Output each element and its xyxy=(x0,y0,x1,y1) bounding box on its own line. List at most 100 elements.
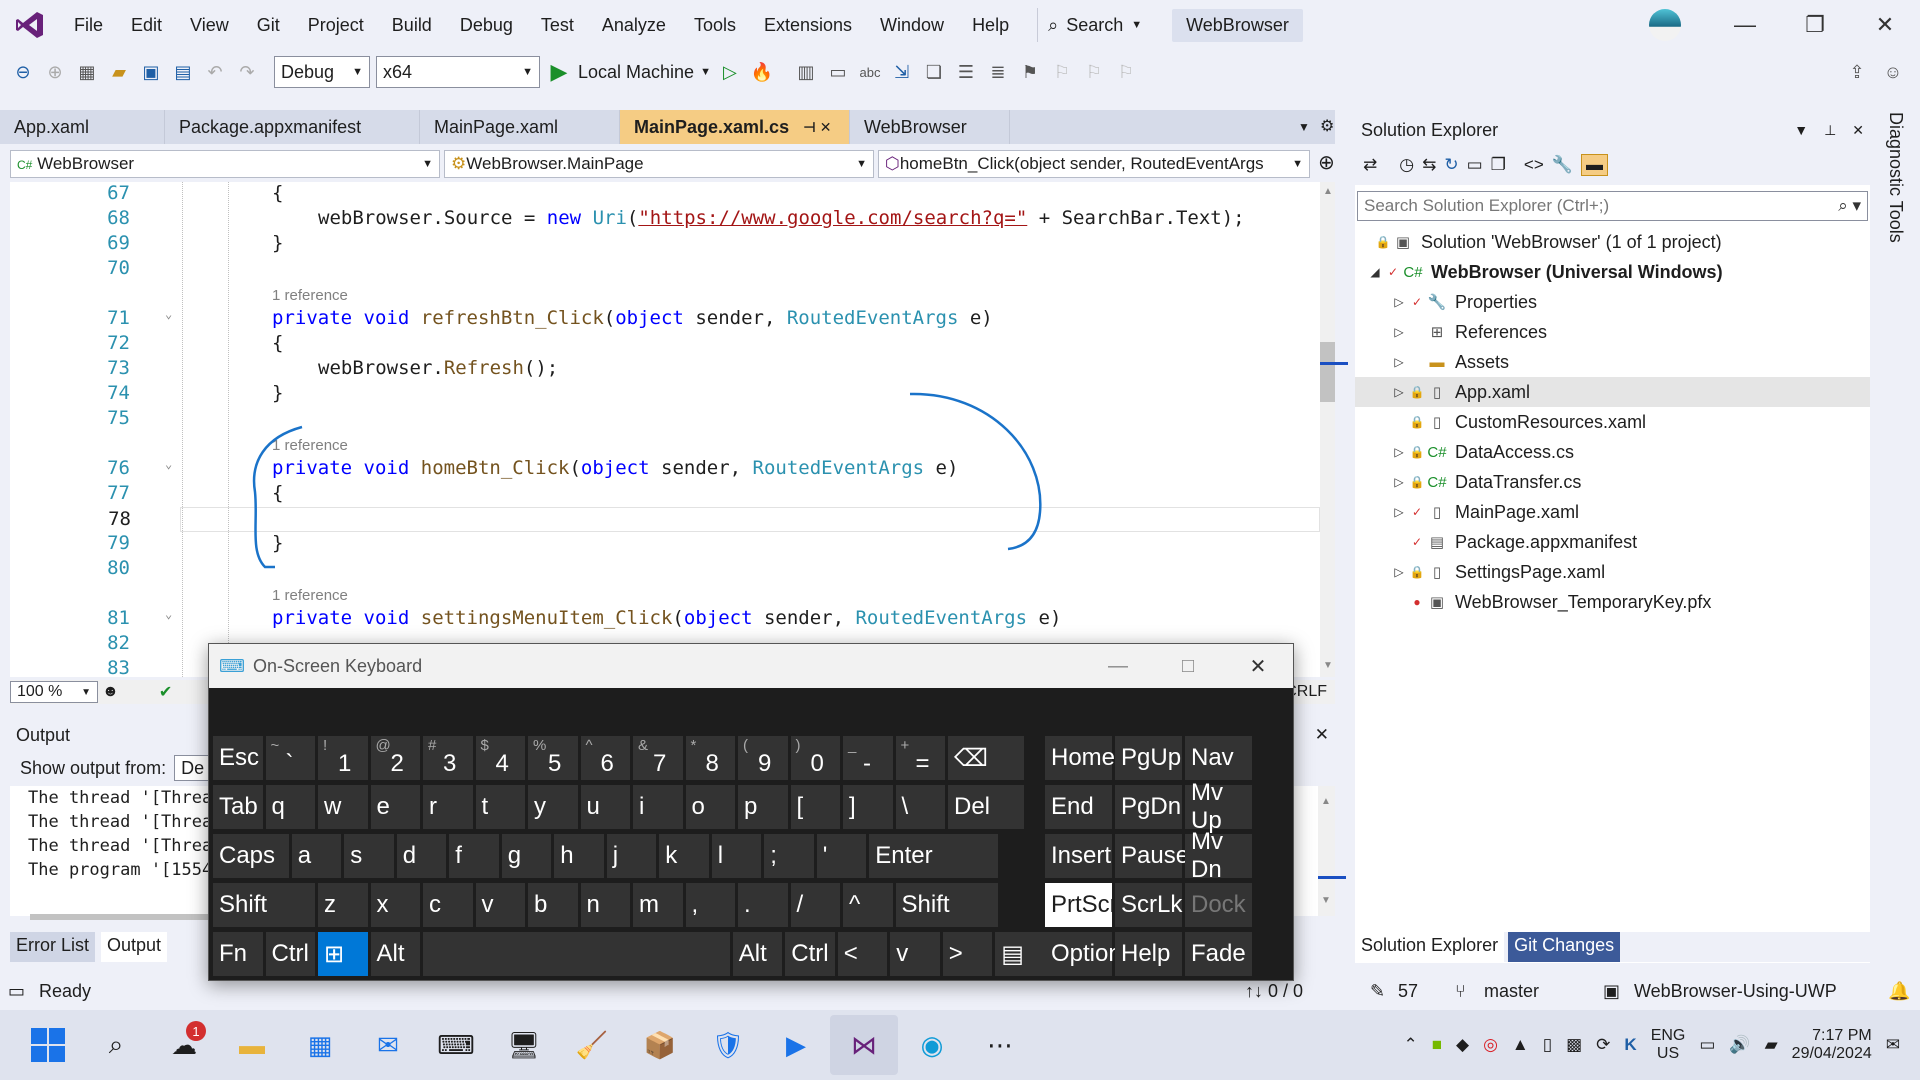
notification-center-icon[interactable]: ✉ xyxy=(1886,1035,1900,1055)
outdent-icon[interactable]: ≣ xyxy=(985,59,1011,85)
tray-app-icon[interactable]: K xyxy=(1624,1035,1636,1055)
key-nav[interactable]: Nav xyxy=(1185,736,1252,780)
redo-icon[interactable]: ↷ xyxy=(234,59,260,85)
key-char[interactable]: c xyxy=(423,883,473,927)
defender-shield-icon[interactable]: 🛡 xyxy=(694,1015,762,1075)
tree-item-package-appxmanifest[interactable]: ✓ ▤ Package.appxmanifest xyxy=(1355,527,1870,557)
prev-bookmark-icon[interactable]: ⚐ xyxy=(1049,59,1075,85)
code-editor[interactable]: 67{ 68 webBrowser.Source = new Uri("https… xyxy=(10,182,1320,677)
key-char[interactable]: x xyxy=(370,883,420,927)
key-char[interactable]: g xyxy=(501,834,552,878)
tree-item-datatransfer-cs[interactable]: ▷ 🔒 C# DataTransfer.cs xyxy=(1355,467,1870,497)
key-pgdn[interactable]: PgDn xyxy=(1115,785,1182,829)
network-icon[interactable]: ▭ xyxy=(1699,1035,1715,1055)
key-char[interactable]: o xyxy=(685,785,735,829)
key-char[interactable]: f xyxy=(449,834,499,878)
volume-icon[interactable]: 🔊 xyxy=(1729,1035,1750,1055)
key-tab[interactable]: Tab xyxy=(213,785,263,829)
menu-git[interactable]: Git xyxy=(243,15,294,36)
tab-list-dropdown-icon[interactable]: ▼ xyxy=(1298,120,1310,134)
tree-item-app-xaml[interactable]: ▷ 🔒 ▯ App.xaml xyxy=(1355,377,1870,407)
key-char[interactable]: & 7 xyxy=(633,736,683,780)
tab-package-appxmanifest[interactable]: Package.appxmanifest xyxy=(165,110,420,144)
key-char[interactable]: q xyxy=(265,785,315,829)
key-pause[interactable]: Pause xyxy=(1115,834,1189,878)
view-code-icon[interactable]: <> xyxy=(1524,155,1544,175)
switch-view-icon[interactable]: ⇆ xyxy=(1422,155,1436,175)
close-icon[interactable]: ✕ xyxy=(1315,725,1329,745)
more-apps-icon[interactable]: ⋯ xyxy=(966,1015,1034,1075)
expand-arrow-icon[interactable]: ▷ xyxy=(1389,295,1409,309)
chevron-down-icon[interactable]: ▼ xyxy=(700,66,711,78)
solution-search-input[interactable]: Search Solution Explorer (Ctrl+;) ⌕ ▾ xyxy=(1357,191,1868,221)
key-space[interactable] xyxy=(423,932,730,976)
expand-arrow-icon[interactable]: ▷ xyxy=(1389,325,1409,339)
tree-item-properties[interactable]: ▷ ✓ 🔧 Properties xyxy=(1355,287,1870,317)
menu-edit[interactable]: Edit xyxy=(117,15,176,36)
key-char[interactable]: y xyxy=(528,785,578,829)
branch-name[interactable]: master xyxy=(1484,981,1539,1002)
osk-app-icon[interactable]: ⌨ xyxy=(422,1015,490,1075)
key-char[interactable]: . xyxy=(738,883,788,927)
key-home[interactable]: Home xyxy=(1045,736,1115,780)
expand-arrow-icon[interactable]: ▷ xyxy=(1389,445,1409,459)
key-char[interactable]: m xyxy=(633,883,683,927)
global-search[interactable]: ⌕ Search ▼ xyxy=(1037,8,1152,42)
key-char[interactable]: , xyxy=(685,883,735,927)
key-char[interactable]: v xyxy=(475,883,525,927)
expand-arrow-icon[interactable]: ▷ xyxy=(1389,505,1409,519)
key-caps[interactable]: Caps xyxy=(213,834,289,878)
menu-window[interactable]: Window xyxy=(866,15,958,36)
key-char[interactable]: ; xyxy=(764,834,814,878)
mail-icon[interactable]: ✉ xyxy=(354,1015,422,1075)
gear-icon[interactable]: ⚙ xyxy=(1320,116,1334,136)
usb-icon[interactable]: ▯ xyxy=(1543,1035,1552,1055)
tree-item-references[interactable]: ▷ ⊞ References xyxy=(1355,317,1870,347)
key-char[interactable]: > xyxy=(942,932,993,976)
key-esc[interactable]: Esc xyxy=(213,736,263,780)
tree-item-mainpage-xaml[interactable]: ▷ ✓ ▯ MainPage.xaml xyxy=(1355,497,1870,527)
editor-vertical-scrollbar[interactable]: ▲ ▼ xyxy=(1320,182,1348,677)
key-char[interactable]: i xyxy=(633,785,683,829)
menu-debug[interactable]: Debug xyxy=(446,15,527,36)
notification-bell-icon[interactable]: 🔔 xyxy=(1888,981,1910,1002)
key-char[interactable]: * 8 xyxy=(685,736,735,780)
key-char[interactable]: l xyxy=(711,834,762,878)
tree-item-webbrowser-temporarykey-pfx[interactable]: ● ▣ WebBrowser_TemporaryKey.pfx xyxy=(1355,587,1870,617)
repo-name[interactable]: WebBrowser-Using-UWP xyxy=(1634,981,1837,1002)
edge-browser-icon[interactable]: ◉ xyxy=(898,1015,966,1075)
minimize-button[interactable]: — xyxy=(1710,0,1780,50)
diagnostic-tools-tab[interactable]: Diagnostic Tools xyxy=(1876,110,1916,410)
key-char[interactable]: ▤ xyxy=(995,932,1045,976)
forward-icon[interactable]: ⊕ xyxy=(42,59,68,85)
key-char[interactable]: d xyxy=(396,834,447,878)
start-debug-icon[interactable]: ▶ xyxy=(546,59,572,85)
properties-icon[interactable]: 🔧 xyxy=(1552,155,1573,175)
collapse-all-icon[interactable]: ▭ xyxy=(1467,155,1483,175)
key-mv-up[interactable]: Mv Up xyxy=(1185,779,1252,834)
menu-extensions[interactable]: Extensions xyxy=(750,15,866,36)
minimize-button[interactable]: — xyxy=(1083,644,1153,688)
key-pgup[interactable]: PgUp xyxy=(1115,736,1182,780)
key-fade[interactable]: Fade xyxy=(1185,932,1252,976)
platform-select[interactable]: x64 ▼ xyxy=(376,56,540,88)
clear-bookmarks-icon[interactable]: ⚐ xyxy=(1113,59,1139,85)
key-char[interactable]: [ xyxy=(790,785,840,829)
tab-mainpage-xaml[interactable]: MainPage.xaml xyxy=(420,110,620,144)
share-icon[interactable]: ⇪ xyxy=(1844,59,1870,85)
key-char[interactable]: ! 1 xyxy=(318,736,368,780)
tree-item-dataaccess-cs[interactable]: ▷ 🔒 C# DataAccess.cs xyxy=(1355,437,1870,467)
run-target-label[interactable]: Local Machine xyxy=(578,62,694,83)
key-char[interactable]: v xyxy=(890,932,940,976)
new-project-icon[interactable]: ▦ xyxy=(74,59,100,85)
tab-app-xaml[interactable]: App.xaml xyxy=(0,110,165,144)
key-insert[interactable]: Insert xyxy=(1045,834,1112,878)
solution-name-badge[interactable]: WebBrowser xyxy=(1172,8,1303,42)
save-icon[interactable]: ▣ xyxy=(138,59,164,85)
refresh-icon[interactable]: ↻ xyxy=(1444,155,1458,175)
tray-chevron-icon[interactable]: ⌃ xyxy=(1403,1035,1417,1055)
close-icon[interactable]: ⊣ ✕ xyxy=(803,119,831,136)
key-mv-dn[interactable]: Mv Dn xyxy=(1185,828,1252,883)
bookmark-icon[interactable]: ⚑ xyxy=(1017,59,1043,85)
key-alt[interactable]: Alt xyxy=(370,932,420,976)
